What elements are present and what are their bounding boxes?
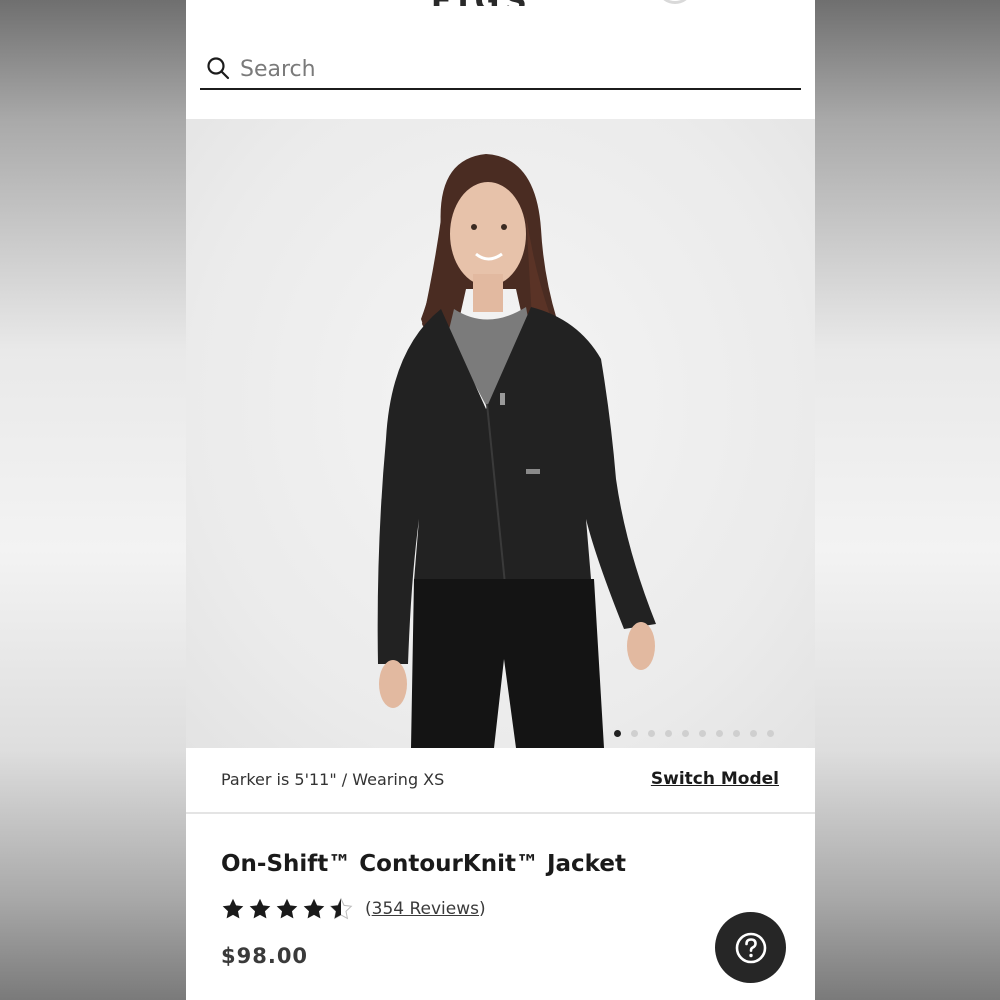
search-icon[interactable] bbox=[206, 56, 230, 80]
gallery-dot[interactable] bbox=[750, 730, 757, 737]
brand-logo[interactable]: FIGS bbox=[431, 0, 533, 6]
star-half-icon bbox=[329, 897, 353, 920]
model-photo bbox=[377, 154, 656, 748]
gallery-dot[interactable] bbox=[631, 730, 638, 737]
mobile-page: FIGS bbox=[186, 0, 815, 1000]
gallery-pagination bbox=[614, 730, 774, 737]
star-full-icon bbox=[276, 898, 298, 919]
star-full-icon bbox=[249, 898, 271, 919]
help-button[interactable] bbox=[715, 912, 786, 983]
question-icon bbox=[735, 932, 766, 963]
gallery-dot[interactable] bbox=[716, 730, 723, 737]
star-rating bbox=[221, 897, 353, 921]
star-full-icon bbox=[222, 898, 244, 919]
search-bar bbox=[200, 50, 801, 90]
account-icon[interactable] bbox=[660, 0, 690, 4]
product-rating: (354 Reviews) bbox=[221, 897, 486, 921]
reviews-link[interactable]: (354 Reviews) bbox=[365, 899, 486, 919]
switch-model-link[interactable]: Switch Model bbox=[651, 769, 779, 789]
gallery-dot[interactable] bbox=[699, 730, 706, 737]
gallery-dot[interactable] bbox=[648, 730, 655, 737]
gallery-dot[interactable] bbox=[665, 730, 672, 737]
star-full-icon bbox=[303, 898, 325, 919]
model-info-text: Parker is 5'11" / Wearing XS bbox=[221, 770, 445, 789]
search-input[interactable] bbox=[240, 54, 780, 84]
model-info-bar: Parker is 5'11" / Wearing XS Switch Mode… bbox=[186, 748, 815, 814]
product-price: $98.00 bbox=[221, 944, 309, 968]
product-image[interactable] bbox=[186, 119, 815, 748]
gallery-dot[interactable] bbox=[767, 730, 774, 737]
product-title: On-Shift™ ContourKnit™ Jacket bbox=[221, 851, 626, 877]
gallery-dot[interactable] bbox=[614, 730, 621, 737]
reviews-count[interactable]: 354 Reviews bbox=[372, 899, 479, 919]
gallery-dot[interactable] bbox=[682, 730, 689, 737]
gallery-dot[interactable] bbox=[733, 730, 740, 737]
